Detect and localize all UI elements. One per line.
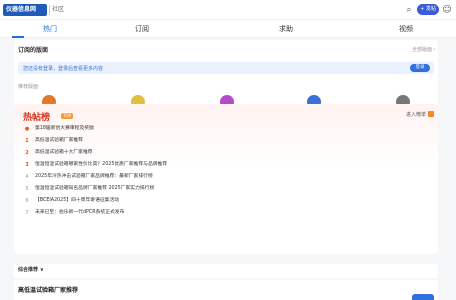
rank-number: 1 <box>25 138 29 144</box>
hot-row[interactable]: ● 第18届新创大赛审程及奖励 <box>23 124 423 135</box>
all-forums-link[interactable]: 全部版面 › <box>412 46 436 53</box>
post-card[interactable]: 高低温试验箱厂家推荐 <box>14 280 438 300</box>
hot-post-title[interactable]: 恒温恒湿试验箱哪家性价比高？2025优质厂家推荐与品牌推荐 <box>35 161 167 169</box>
rank-number: 5 <box>25 186 29 192</box>
hot-post-title[interactable]: 2025年冷热冲击试验箱厂家品牌推荐：最新厂家排行榜 <box>35 173 153 181</box>
rank-number: 2 <box>25 150 29 156</box>
search-icon[interactable]: ⌕ <box>403 4 415 16</box>
hot-post-title[interactable]: 第18届新创大赛审程及奖励 <box>35 125 94 133</box>
rank-number: ● <box>24 126 30 132</box>
hot-post-title[interactable]: 恒温恒湿试验箱知名品牌厂家推荐 2025厂家实力排行榜 <box>35 185 154 193</box>
hot-row[interactable]: 2 高低温试验箱十大厂家推荐 <box>23 148 423 159</box>
login-hint: 您还没有登录，登录后查看更多内容 <box>23 66 104 72</box>
rank-number: 6 <box>25 198 29 204</box>
sort-dropdown[interactable]: 综合推荐 ∨ <box>18 266 44 273</box>
tab-hot[interactable]: 热门 <box>20 20 80 38</box>
recommend-label: 推荐版面 <box>18 84 39 90</box>
hot-post-title[interactable]: 高低温试验箱厂家推荐 <box>35 137 83 145</box>
hot-posts-card: 热帖榜 TOP 进入榜单 ● 第18届新创大赛审程及奖励 1 高低温试验箱厂家推… <box>14 104 438 254</box>
tab-video[interactable]: 视频 <box>376 20 436 38</box>
site-logo[interactable]: 仪器信息网 <box>3 4 47 16</box>
rank-number: 7 <box>25 210 29 216</box>
community-label: 社区 <box>52 6 65 13</box>
hot-row[interactable]: 4 2025年冷热冲击试验箱厂家品牌推荐：最新厂家排行榜 <box>23 172 423 183</box>
rank-number: 3 <box>25 162 29 168</box>
hot-row[interactable]: 3 恒温恒湿试验箱哪家性价比高？2025优质厂家推荐与品牌推荐 <box>23 160 423 171</box>
hot-post-title[interactable]: 【BCEIA2025】四十周年寄语征集活动 <box>35 197 119 205</box>
arrow-icon[interactable] <box>428 111 434 117</box>
login-banner: 您还没有登录，登录后查看更多内容 登录 <box>18 62 434 74</box>
hot-post-title[interactable]: 未来已至：伯乐新一代dPCR系统正式发布 <box>35 209 124 217</box>
login-button[interactable]: 登录 <box>410 64 430 72</box>
hot-row[interactable]: 7 未来已至：伯乐新一代dPCR系统正式发布 <box>23 208 423 219</box>
post-title[interactable]: 高低温试验箱厂家推荐 <box>18 285 78 294</box>
top-badge: TOP <box>61 113 73 119</box>
enter-hotlist-link[interactable]: 进入榜单 <box>406 111 426 118</box>
top-bar: 仪器信息网 社区 ⌕ + 发帖 ☺ <box>0 0 456 20</box>
hot-row[interactable]: 6 【BCEIA2025】四十周年寄语征集活动 <box>23 196 423 207</box>
divider <box>49 5 50 15</box>
main-tabs: 热门 订阅 求助 视频 <box>0 20 456 38</box>
section-title: 订阅的版面 <box>18 47 49 54</box>
publish-button[interactable]: + 发帖 <box>417 4 439 15</box>
user-icon[interactable]: ☺ <box>441 4 453 16</box>
hot-row[interactable]: 1 高低温试验箱厂家推荐 <box>23 136 423 147</box>
rank-number: 4 <box>25 174 29 180</box>
post-action-button[interactable] <box>412 294 434 300</box>
tab-subscribe[interactable]: 订阅 <box>112 20 172 38</box>
tab-help[interactable]: 求助 <box>256 20 316 38</box>
hot-row[interactable]: 5 恒温恒湿试验箱知名品牌厂家推荐 2025厂家实力排行榜 <box>23 184 423 195</box>
hotlist-title: 热帖榜 <box>23 113 51 123</box>
sort-bar: 综合推荐 ∨ <box>14 264 438 278</box>
hot-post-title[interactable]: 高低温试验箱十大厂家推荐 <box>35 149 93 157</box>
